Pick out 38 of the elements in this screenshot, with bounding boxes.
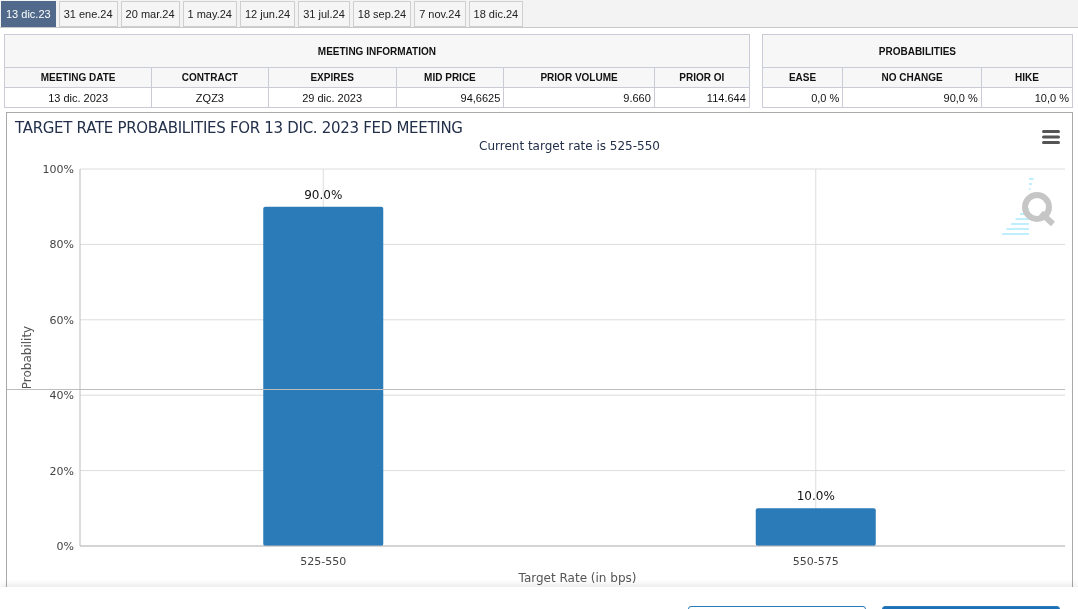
- date-tab[interactable]: 31 ene.24: [58, 1, 118, 27]
- column-header: EASE: [762, 67, 843, 88]
- date-tab[interactable]: 1 may.24: [182, 1, 237, 27]
- table-cell: 13 dic. 2023: [4, 87, 152, 108]
- table-cell: 0,0 %: [762, 87, 843, 108]
- axis-title: Probability: [20, 325, 34, 390]
- table-title: MEETING INFORMATION: [4, 34, 750, 68]
- value-label: 10.0%: [796, 489, 835, 504]
- table-cell: 94,6625: [396, 87, 504, 108]
- tick-label: 60%: [49, 313, 74, 327]
- table-title: PROBABILITIES: [762, 34, 1073, 68]
- table-cell: 90,0 %: [842, 87, 982, 108]
- category-label: 550-575: [792, 555, 839, 568]
- category-label: 525-550: [300, 555, 347, 568]
- tick-label: 40%: [49, 389, 74, 403]
- column-header: MEETING DATE: [4, 67, 152, 88]
- table-cell: 29 dic. 2023: [268, 87, 397, 108]
- date-tab[interactable]: 18 sep.24: [352, 1, 412, 27]
- date-tab[interactable]: 31 jul.24: [298, 1, 350, 27]
- table-cell: 9.660: [503, 87, 655, 108]
- table-cell: 10,0 %: [981, 87, 1073, 108]
- date-tab[interactable]: 7 nov.24: [414, 1, 466, 27]
- table-cell: 114.644: [654, 87, 750, 108]
- tick-label: 100%: [42, 163, 74, 176]
- logo-icon: [1001, 178, 1056, 235]
- chart-subtitle: Current target rate is 525-550: [478, 139, 661, 155]
- date-tab[interactable]: 13 dic.23: [1, 1, 56, 27]
- axis-title: Target Rate (in bps): [518, 571, 637, 585]
- chart-title: TARGET RATE PROBABILITIES FOR 13 DIC. 2023 FED MEETING: [15, 119, 463, 139]
- table-cell: ZQZ3: [151, 87, 269, 108]
- menu-icon[interactable]: [1042, 130, 1060, 144]
- date-tab[interactable]: 20 mar.24: [120, 1, 180, 27]
- date-tab[interactable]: 12 jun.24: [239, 1, 296, 27]
- date-tab[interactable]: 18 dic.24: [468, 1, 524, 27]
- value-label: 90.0%: [304, 187, 343, 202]
- tick-label: 0%: [56, 540, 74, 553]
- tick-label: 20%: [49, 464, 74, 478]
- tick-label: 80%: [49, 238, 74, 252]
